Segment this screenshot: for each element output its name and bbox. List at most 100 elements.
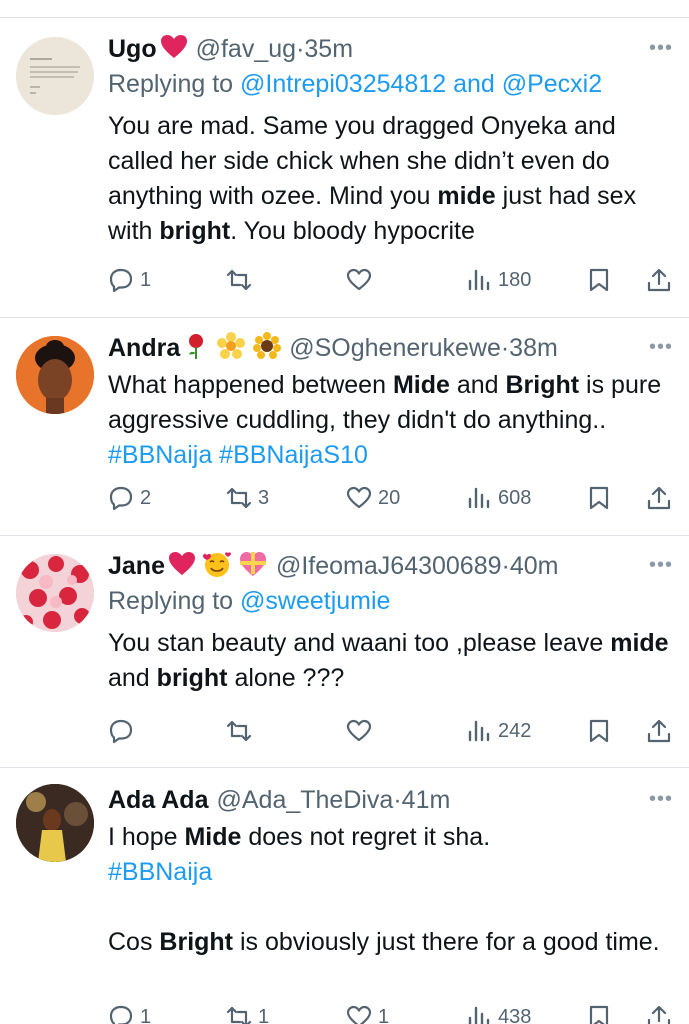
bold-text: bright [159, 217, 231, 245]
hashtag-link[interactable]: #BBNaija #BBNaijaS10 [108, 441, 368, 469]
share-button[interactable] [646, 263, 672, 297]
bold-text: Bright [505, 371, 580, 399]
share-button[interactable] [646, 1000, 672, 1024]
bookmark-icon [589, 268, 609, 292]
tweet-header: Andra @SOgheneruke​we ·38m ••• [108, 332, 673, 364]
timestamp[interactable]: ·35m [296, 35, 353, 64]
action-bar: 242 [108, 714, 673, 748]
views-button[interactable]: 242 [466, 714, 531, 748]
like-count: 20 [378, 486, 401, 509]
tweet-ugo[interactable]: Ugo @fav_ug ·35m ••• Replying to @Intrep… [0, 19, 689, 318]
text-run: alone ??? [227, 664, 345, 692]
tweet-ada-ada[interactable]: Ada Ada @Ada_TheDiva ·41m ••• I hope Mid… [0, 768, 689, 1024]
action-bar: 2 3 20 608 [108, 481, 673, 515]
reply-prefix: Replying to [108, 70, 234, 98]
bookmark-icon [589, 486, 609, 510]
avatar[interactable] [16, 784, 94, 862]
display-name[interactable]: Ugo [108, 35, 157, 64]
retweet-icon [226, 269, 252, 291]
avatar[interactable] [16, 554, 94, 632]
more-options-icon[interactable]: ••• [649, 336, 673, 359]
bookmark-button[interactable] [586, 263, 612, 297]
views-count: 608 [498, 486, 532, 509]
timestamp-value: 40m [509, 551, 559, 580]
timestamp[interactable]: ·38m [501, 334, 558, 363]
reply-button[interactable]: 1 [108, 1000, 151, 1024]
replying-to: Replying to @Intrepi03254812 and @Pecxi2 [108, 67, 673, 101]
more-options-icon[interactable]: ••• [649, 788, 673, 811]
tweet-text: What happened between Mide and Bright is… [108, 368, 673, 473]
tweet-header: Ugo @fav_ug ·35m ••• [108, 33, 673, 65]
reply-button[interactable]: 2 [108, 481, 151, 515]
text-run: . You bloody hypocrite [230, 217, 475, 245]
reply-button[interactable]: 1 [108, 263, 151, 297]
blossom-emoji-icon [217, 332, 246, 364]
text-run: does not regret it sha. [241, 823, 491, 851]
share-button[interactable] [646, 481, 672, 515]
bookmark-button[interactable] [586, 481, 612, 515]
timestamp-value: 35m [304, 34, 354, 63]
tweet-andra[interactable]: Andra @SOgheneruke​we ·38m ••• What happ… [0, 318, 689, 536]
reply-button[interactable] [108, 714, 140, 748]
heart-emoji-icon [160, 34, 188, 64]
bold-text: mide [437, 182, 496, 210]
share-button[interactable] [646, 714, 672, 748]
user-handle[interactable]: @fav_ug [196, 35, 296, 64]
replying-to: Replying to @sweetjumie [108, 584, 673, 618]
timestamp[interactable]: ·40m [502, 552, 559, 581]
text-run: What happened between [108, 371, 393, 399]
avatar[interactable] [16, 336, 94, 414]
avatar[interactable] [16, 37, 94, 115]
views-button[interactable]: 608 [466, 481, 531, 515]
text-run: is obviously just there for a good time. [233, 928, 660, 956]
action-bar: 1 1 1 438 [108, 1000, 673, 1024]
tweet-header: Ada Ada @Ada_TheDiva ·41m ••• [108, 784, 673, 816]
retweet-count: 3 [258, 486, 270, 509]
views-count: 438 [498, 1005, 532, 1024]
timestamp-value: 38m [509, 333, 558, 362]
like-button[interactable]: 1 [346, 1000, 389, 1024]
reply-mentions[interactable]: @sweetjumie [240, 587, 390, 615]
bookmark-button[interactable] [586, 1000, 612, 1024]
retweet-count: 1 [258, 1005, 270, 1024]
retweet-icon [226, 487, 252, 509]
retweet-button[interactable]: 3 [226, 481, 269, 515]
top-divider [0, 0, 689, 18]
tweet-jane[interactable]: Jane @IfeomaJ64300689 ·40m ••• Replying … [0, 536, 689, 768]
heart-icon [346, 719, 372, 742]
share-icon [647, 268, 671, 292]
timestamp-value: 41m [401, 785, 451, 814]
more-options-icon[interactable]: ••• [649, 37, 673, 60]
reply-prefix: Replying to [108, 587, 234, 615]
user-handle[interactable]: @IfeomaJ64300689 [276, 552, 502, 581]
like-button[interactable] [346, 263, 378, 297]
user-handle[interactable]: @SOgheneruke​we [289, 334, 501, 363]
bookmark-button[interactable] [586, 714, 612, 748]
reply-count: 1 [140, 268, 152, 291]
share-icon [647, 486, 671, 510]
share-icon [647, 1005, 671, 1024]
like-button[interactable] [346, 714, 378, 748]
retweet-button[interactable] [226, 263, 258, 297]
display-name[interactable]: Jane [108, 552, 165, 581]
heart-icon [346, 1005, 372, 1024]
display-name[interactable]: Andra [108, 334, 180, 363]
sunflower-emoji-icon [253, 332, 282, 364]
user-handle[interactable]: @Ada_TheDiva [216, 786, 393, 815]
retweet-button[interactable] [226, 714, 258, 748]
views-icon [468, 720, 490, 742]
bold-text: Bright [159, 928, 234, 956]
retweet-button[interactable]: 1 [226, 1000, 269, 1024]
display-name[interactable]: Ada Ada [108, 786, 208, 815]
tweet-text: You stan beauty and waani too ,please le… [108, 626, 673, 696]
views-button[interactable]: 438 [466, 1000, 531, 1024]
like-button[interactable]: 20 [346, 481, 400, 515]
reply-count: 2 [140, 486, 152, 509]
reply-mentions[interactable]: @Intrepi03254812 and @Pecxi2 [240, 70, 602, 98]
reply-icon [109, 1005, 133, 1024]
hashtag-link[interactable]: #BBNaija [108, 858, 212, 886]
timestamp[interactable]: ·41m [393, 786, 450, 815]
retweet-icon [226, 1006, 252, 1024]
more-options-icon[interactable]: ••• [649, 554, 673, 577]
views-button[interactable]: 180 [466, 263, 531, 297]
